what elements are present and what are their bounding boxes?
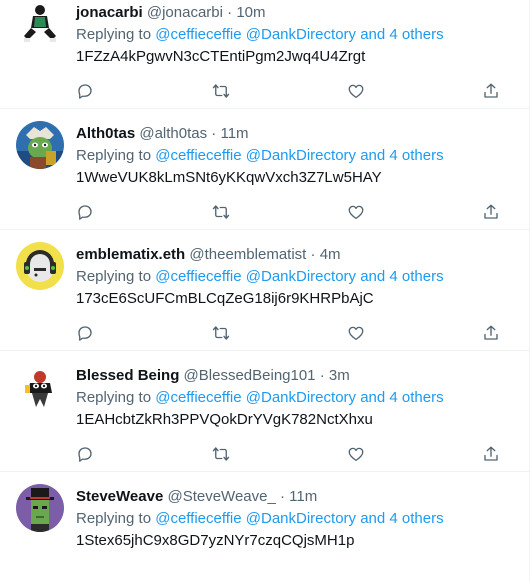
tweet[interactable]: emblematix.eth @theemblematist · 4m Repl… <box>0 230 530 351</box>
display-name[interactable]: Alth0tas <box>76 125 135 142</box>
display-name[interactable]: SteveWeave <box>76 488 163 505</box>
replying-to-label: Replying to <box>76 147 152 164</box>
display-name[interactable]: Blessed Being <box>76 367 179 384</box>
tweet-text: 1EAHcbtZkRh3PPVQokDrYVgK782NctXhxu <box>76 411 373 428</box>
retweet-icon <box>212 326 230 340</box>
avatar[interactable] <box>16 484 64 532</box>
reply-button[interactable] <box>68 197 102 227</box>
like-icon <box>348 205 364 220</box>
tweet[interactable]: Alth0tas @alth0tas · 11m Replying to @ce… <box>0 109 530 230</box>
mention-links[interactable]: @ceffieceffie @DankDirectory and 4 other… <box>155 389 443 406</box>
user-handle[interactable]: @BlessedBeing101 <box>184 367 316 384</box>
timestamp[interactable]: 4m <box>320 246 341 263</box>
share-icon <box>484 83 498 98</box>
tweet-actions <box>76 318 512 348</box>
tweet[interactable]: SteveWeave @SteveWeave_ · 11m Replying t… <box>0 472 530 581</box>
tweet-text: 1FZzA4kPgwvN3cCTEntiPgm2Jwq4U4Zrgt <box>76 48 366 65</box>
tweet-actions <box>76 197 512 227</box>
retweet-button[interactable] <box>204 76 238 106</box>
tweet-feed: jonacarbi @jonacarbi · 10m Replying to @… <box>0 0 530 581</box>
retweet-icon <box>212 84 230 98</box>
retweet-button[interactable] <box>204 439 238 469</box>
reply-icon <box>78 205 92 220</box>
tweet-actions <box>76 439 512 469</box>
avatar-image <box>16 0 64 48</box>
avatar[interactable] <box>16 121 64 169</box>
timestamp[interactable]: 10m <box>236 4 265 21</box>
reply-icon <box>78 84 92 99</box>
user-handle[interactable]: @jonacarbi <box>147 4 223 21</box>
like-button[interactable] <box>339 439 373 469</box>
reply-button[interactable] <box>68 439 102 469</box>
share-icon <box>484 446 498 461</box>
mention-links[interactable]: @ceffieceffie @DankDirectory and 4 other… <box>155 268 443 285</box>
replying-to-label: Replying to <box>76 26 152 43</box>
display-name[interactable]: jonacarbi <box>76 4 143 21</box>
tweet[interactable]: jonacarbi @jonacarbi · 10m Replying to @… <box>0 0 530 109</box>
mention-links[interactable]: @ceffieceffie @DankDirectory and 4 other… <box>155 510 443 527</box>
like-icon <box>348 84 364 99</box>
tweet-header: SteveWeave @SteveWeave_ · 11m <box>76 487 317 507</box>
timestamp[interactable]: 3m <box>329 367 350 384</box>
separator-dot: · <box>211 125 217 142</box>
tweet[interactable]: Blessed Being @BlessedBeing101 · 3m Repl… <box>0 351 530 472</box>
retweet-button[interactable] <box>204 318 238 348</box>
display-name[interactable]: emblematix.eth <box>76 246 185 263</box>
avatar-image <box>16 484 64 532</box>
avatar-image <box>16 242 64 290</box>
share-button[interactable] <box>474 439 508 469</box>
replying-to: Replying to @ceffieceffie @DankDirectory… <box>76 509 444 529</box>
replying-to-label: Replying to <box>76 510 152 527</box>
user-handle[interactable]: @theemblematist <box>189 246 306 263</box>
timestamp[interactable]: 11m <box>220 125 248 142</box>
like-icon <box>348 326 364 341</box>
tweet-text: 1Stex65jhC9x8GD7yzNYr7czqCQjsMH1p <box>76 532 355 549</box>
retweet-icon <box>212 447 230 461</box>
share-icon <box>484 325 498 340</box>
avatar-image <box>16 363 64 411</box>
tweet-header: Blessed Being @BlessedBeing101 · 3m <box>76 366 350 386</box>
retweet-button[interactable] <box>204 197 238 227</box>
share-button[interactable] <box>474 197 508 227</box>
user-handle[interactable]: @SteveWeave_ <box>167 488 275 505</box>
separator-dot: · <box>319 367 325 384</box>
timestamp[interactable]: 11m <box>289 488 317 505</box>
user-handle[interactable]: @alth0tas <box>139 125 207 142</box>
like-button[interactable] <box>339 76 373 106</box>
replying-to-label: Replying to <box>76 268 152 285</box>
avatar-image <box>16 121 64 169</box>
mention-links[interactable]: @ceffieceffie @DankDirectory and 4 other… <box>155 147 443 164</box>
share-icon <box>484 204 498 219</box>
like-icon <box>348 447 364 462</box>
replying-to-label: Replying to <box>76 389 152 406</box>
like-button[interactable] <box>339 318 373 348</box>
separator-dot: · <box>279 488 285 505</box>
replying-to: Replying to @ceffieceffie @DankDirectory… <box>76 388 444 408</box>
avatar[interactable] <box>16 0 64 48</box>
like-button[interactable] <box>339 197 373 227</box>
mention-links[interactable]: @ceffieceffie @DankDirectory and 4 other… <box>155 26 443 43</box>
replying-to: Replying to @ceffieceffie @DankDirectory… <box>76 267 444 287</box>
reply-icon <box>78 447 92 462</box>
separator-dot: · <box>227 4 233 21</box>
replying-to: Replying to @ceffieceffie @DankDirectory… <box>76 146 444 166</box>
tweet-text: 1WweVUK8kLmSNt6yKKqwVxch3Z7Lw5HAY <box>76 169 382 186</box>
share-button[interactable] <box>474 76 508 106</box>
replying-to: Replying to @ceffieceffie @DankDirectory… <box>76 25 444 45</box>
share-button[interactable] <box>474 318 508 348</box>
avatar[interactable] <box>16 363 64 411</box>
tweet-header: emblematix.eth @theemblematist · 4m <box>76 245 341 265</box>
reply-button[interactable] <box>68 318 102 348</box>
tweet-actions <box>76 76 512 106</box>
avatar[interactable] <box>16 242 64 290</box>
tweet-header: Alth0tas @alth0tas · 11m <box>76 124 249 144</box>
separator-dot: · <box>310 246 316 263</box>
tweet-header: jonacarbi @jonacarbi · 10m <box>76 3 266 23</box>
tweet-text: 173cE6ScUFCmBLCqZeG18ij6r9KHRPbAjC <box>76 290 374 307</box>
retweet-icon <box>212 205 230 219</box>
reply-icon <box>78 326 92 341</box>
reply-button[interactable] <box>68 76 102 106</box>
